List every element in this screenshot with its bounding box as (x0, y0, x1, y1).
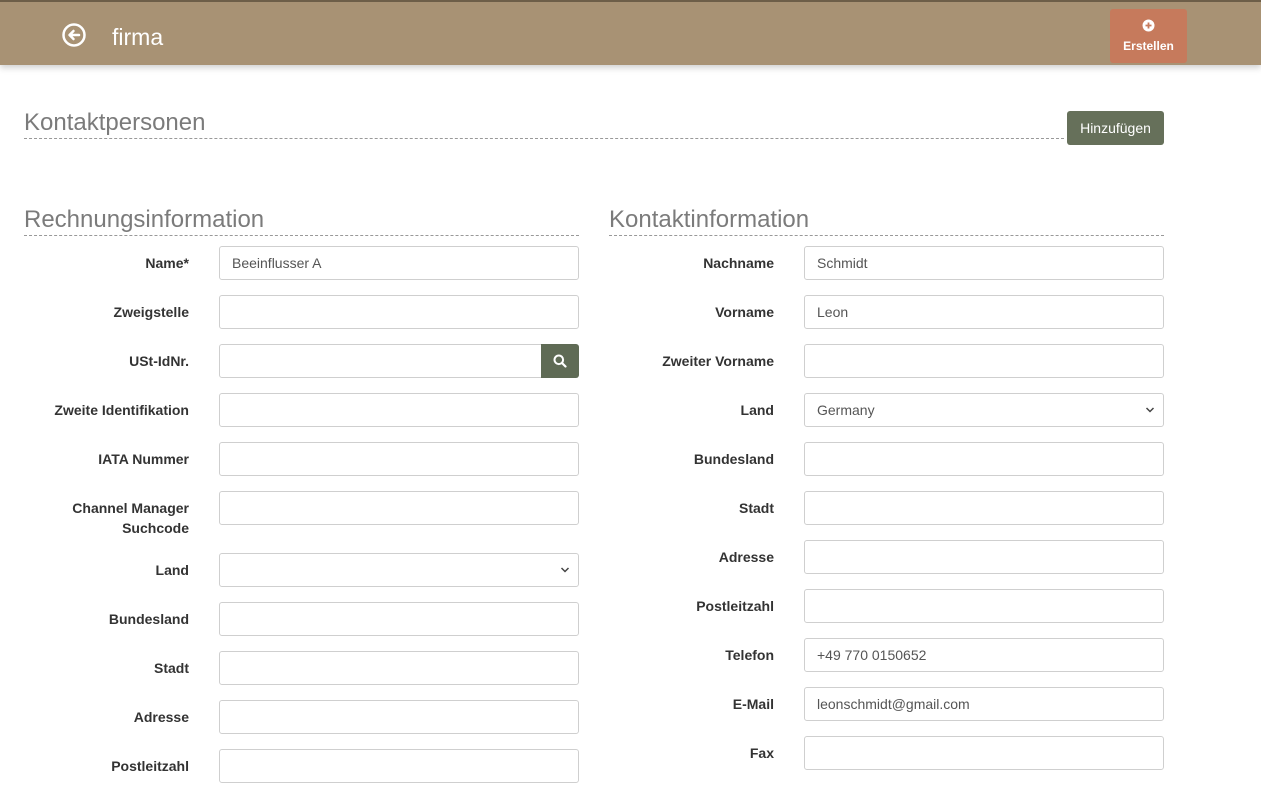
billing-vat-input[interactable] (219, 344, 542, 378)
contact-state-input[interactable] (804, 442, 1164, 476)
contact-zip-input[interactable] (804, 589, 1164, 623)
billing-city-label: Stadt (154, 660, 189, 676)
contact-city-label: Stadt (739, 500, 774, 516)
contacts-heading: Kontaktpersonen (24, 109, 206, 136)
billing-city-input[interactable] (219, 651, 579, 685)
contact-zip-label: Postleitzahl (696, 598, 774, 614)
billing-section-header: Rechnungsinformation (24, 206, 579, 236)
contact-phone-label: Telefon (725, 647, 774, 663)
billing-name-label: Name* (145, 255, 189, 271)
contact-country-label: Land (740, 402, 774, 418)
contact-city-input[interactable] (804, 491, 1164, 525)
contact-phone-input[interactable]: +49 770 0150652 (804, 638, 1164, 672)
top-bar: firma Erstellen (0, 0, 1261, 65)
billing-iata-input[interactable] (219, 442, 579, 476)
contact-address-label: Adresse (718, 549, 774, 565)
billing-channel-manager-label: Channel Manager Suchcode (72, 500, 189, 536)
contact-middlename-input[interactable] (804, 344, 1164, 378)
create-button-label: Erstellen (1123, 39, 1174, 53)
contact-country-value: Germany (817, 402, 875, 418)
billing-name-input[interactable]: Beeinflusser A (219, 246, 579, 280)
billing-second-id-label: Zweite Identifikation (54, 402, 189, 418)
contact-lastname-input[interactable]: Schmidt (804, 246, 1164, 280)
contact-address-input[interactable] (804, 540, 1164, 574)
vat-search-button[interactable] (541, 344, 579, 378)
billing-address-input[interactable] (219, 700, 579, 734)
billing-channel-manager-input[interactable] (219, 491, 579, 525)
billing-second-id-input[interactable] (219, 393, 579, 427)
billing-heading: Rechnungsinformation (24, 206, 265, 233)
billing-vat-label: USt-IdNr. (129, 353, 189, 369)
billing-address-label: Adresse (133, 709, 189, 725)
contact-lastname-label: Nachname (703, 255, 774, 271)
contact-firstname-input[interactable]: Leon (804, 295, 1164, 329)
contact-middlename-label: Zweiter Vorname (662, 353, 774, 369)
billing-branch-input[interactable] (219, 295, 579, 329)
plus-circle-icon (1142, 19, 1155, 32)
billing-iata-label: IATA Nummer (98, 451, 189, 467)
contact-info-section-header: Kontaktinformation (609, 206, 1164, 236)
billing-country-label: Land (155, 562, 189, 578)
contacts-section-header: Kontaktpersonen (24, 109, 1064, 139)
create-button[interactable]: Erstellen (1110, 9, 1187, 63)
search-icon (553, 354, 567, 368)
contact-fax-label: Fax (749, 745, 774, 761)
contact-fax-input[interactable] (804, 736, 1164, 770)
contact-info-heading: Kontaktinformation (609, 206, 810, 233)
contact-country-select[interactable]: Germany (804, 393, 1164, 427)
contact-firstname-label: Vorname (715, 304, 774, 320)
chevron-down-icon (1145, 407, 1155, 413)
billing-zip-label: Postleitzahl (111, 758, 189, 774)
billing-state-label: Bundesland (108, 611, 189, 627)
billing-country-select[interactable] (219, 553, 579, 587)
billing-branch-label: Zweigstelle (113, 304, 189, 320)
back-arrow-icon[interactable] (61, 22, 87, 48)
chevron-down-icon (560, 567, 570, 573)
contact-email-label: E-Mail (732, 696, 774, 712)
add-contact-button[interactable]: Hinzufügen (1067, 111, 1164, 145)
contact-email-input[interactable]: leonschmidt@gmail.com (804, 687, 1164, 721)
page-title: firma (112, 24, 164, 50)
contact-state-label: Bundesland (693, 451, 774, 467)
billing-state-input[interactable] (219, 602, 579, 636)
billing-zip-input[interactable] (219, 749, 579, 783)
